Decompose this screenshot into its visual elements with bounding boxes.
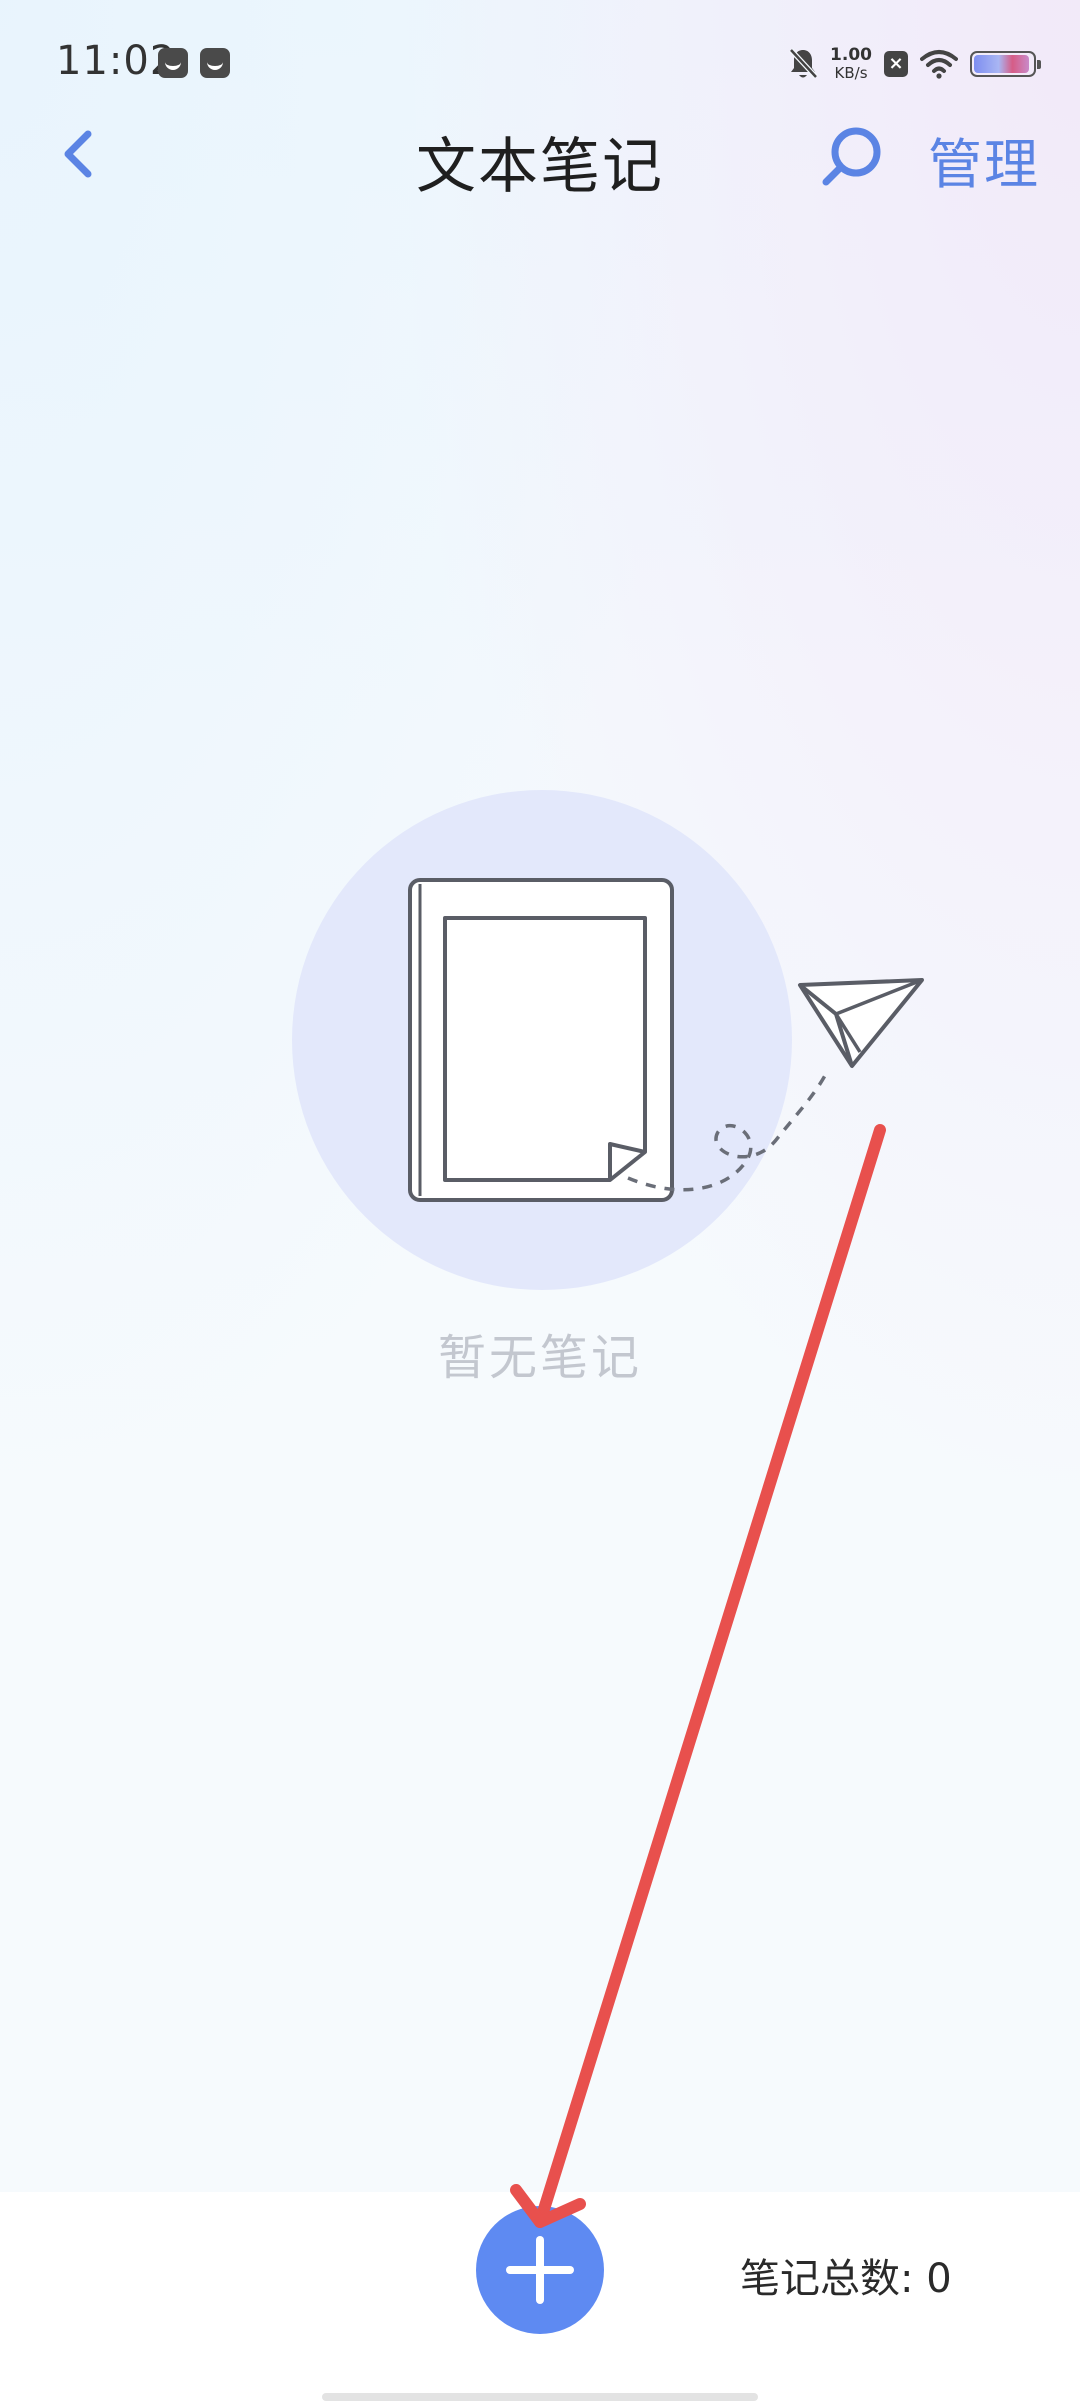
empty-state-message: 暂无笔记 xyxy=(437,1330,642,1386)
note-count: 笔记总数: 0 xyxy=(740,2246,952,2304)
mute-bell-icon xyxy=(789,48,818,79)
note-count-value: 0 xyxy=(926,2256,952,2302)
network-speed: 1.00 KB/s xyxy=(830,46,872,82)
status-indicators: 1.00 KB/s × xyxy=(788,44,1041,84)
home-indicator xyxy=(322,2393,758,2401)
battery-level xyxy=(974,55,1030,73)
page-title: 文本笔记 xyxy=(416,132,664,202)
search-icon xyxy=(822,127,881,186)
empty-notes-illustration xyxy=(292,790,924,1290)
app-notification-icon-2 xyxy=(200,48,230,78)
manage-button[interactable]: 管理 xyxy=(928,120,1040,199)
notebook-icon xyxy=(408,878,674,1202)
battery-icon xyxy=(970,51,1041,77)
network-speed-unit: KB/s xyxy=(834,64,868,82)
app-header: 文本笔记 管理 xyxy=(0,100,1080,210)
add-note-button[interactable] xyxy=(476,2206,604,2334)
paper-plane-icon xyxy=(798,978,924,1068)
network-speed-value: 1.00 xyxy=(830,45,872,65)
note-count-label: 笔记总数: xyxy=(740,2256,914,2302)
wifi-icon xyxy=(920,50,958,79)
search-button[interactable] xyxy=(818,122,886,190)
sim-disabled-icon: × xyxy=(884,51,908,77)
app-notification-icon xyxy=(158,48,188,78)
